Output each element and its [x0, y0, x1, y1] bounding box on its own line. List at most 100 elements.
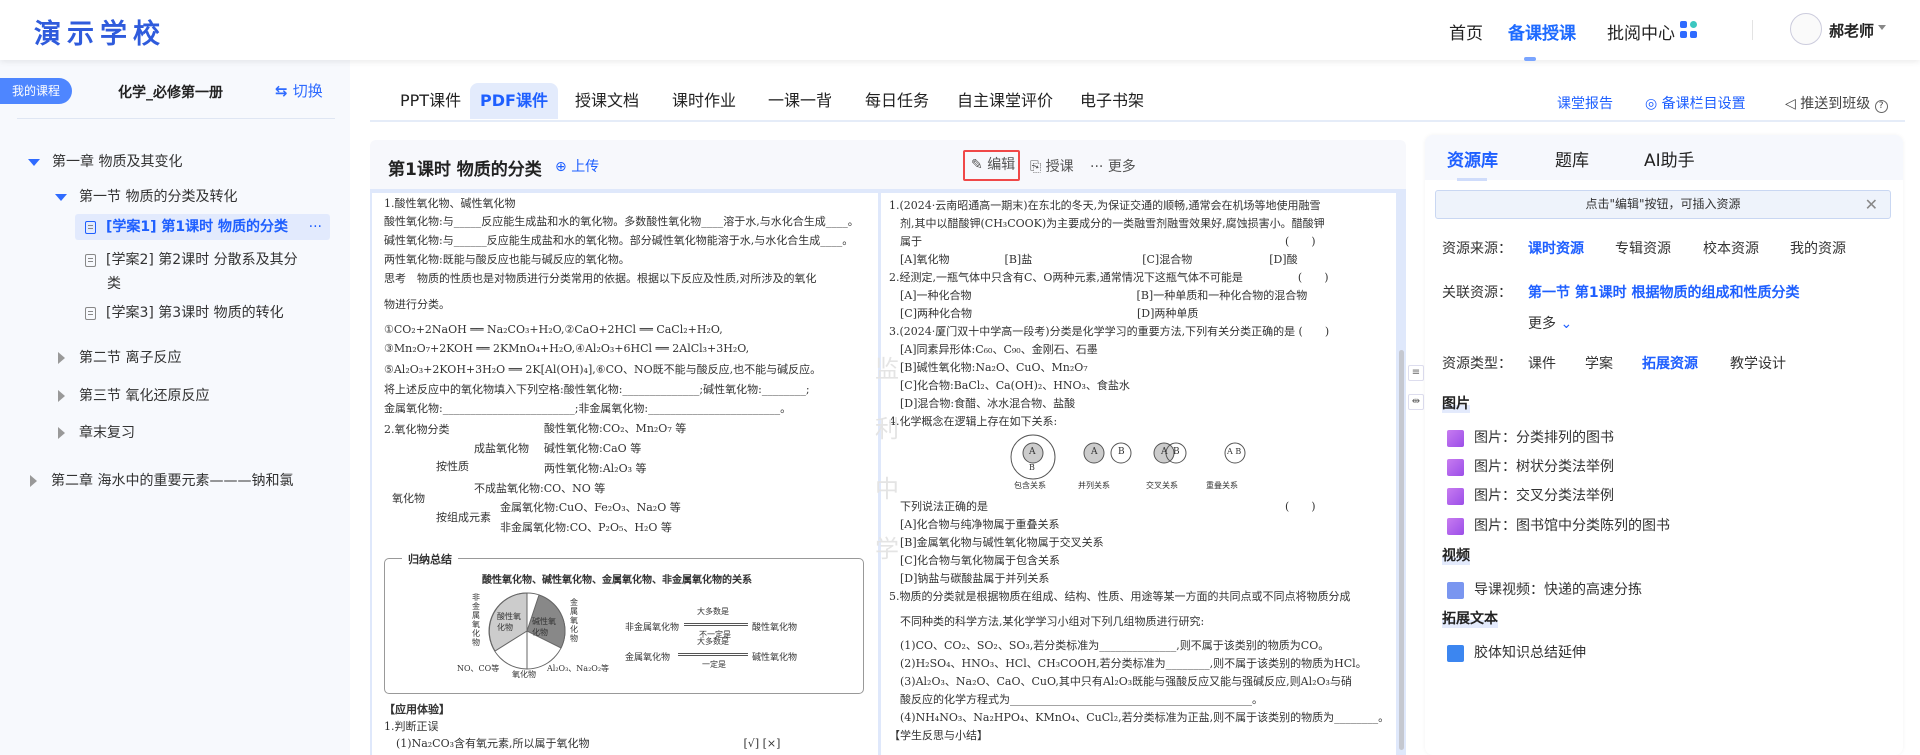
help-icon[interactable]: ?	[1874, 100, 1888, 113]
pdf-text-line: 4.化学概念在逻辑上存在如下关系:	[889, 415, 1058, 428]
my-courses-badge[interactable]: 我的课程	[0, 78, 72, 104]
class-report-link[interactable]: 课堂报告	[1557, 93, 1613, 113]
pdf-viewer[interactable]: 1.酸性氧化物、碱性氧化物 酸性氧化物:与_____反应能生成盐和水的氧化物。多数…	[370, 189, 1406, 755]
caret-right-icon	[30, 475, 37, 487]
avatar[interactable]: 头像	[1790, 13, 1822, 45]
push-to-class-link[interactable]: ◁ 推送到班级 ?	[1785, 93, 1888, 113]
tree-item-lesson-3[interactable]: [学案3] 第3课时 物质的转化	[85, 302, 284, 322]
resource-item[interactable]: 导课视频：快递的高速分拣	[1447, 579, 1642, 599]
outline-toggle-icon[interactable]: ≡	[1408, 365, 1424, 381]
type-study-plan[interactable]: 学案	[1585, 353, 1613, 373]
pdf-text-line: [C]化合物:BaCl₂、Ca(OH)₂、HNO₃、食盐水	[889, 379, 1130, 392]
nav-grading-center[interactable]: 批阅中心	[1607, 19, 1675, 44]
pdf-text-line: 将上述反应中的氧化物填入下列空格:酸性氧化物:______________;碱性…	[384, 383, 810, 396]
tree-item-lesson-2[interactable]: [学案2] 第2课时 分散系及其分类	[85, 248, 298, 296]
close-icon[interactable]: ✕	[1865, 191, 1878, 218]
nav-home[interactable]: 首页	[1449, 19, 1483, 44]
source-school[interactable]: 校本资源	[1703, 238, 1759, 258]
pdf-page-right: 1.(2024·云南昭通高一期末)在东北的冬天,为保证交通的顺畅,通常会在机场等…	[881, 193, 1396, 755]
resource-panel: 资源库 题库 AI助手 点击"编辑"按钮，可插入资源 ✕ 资源来源： 课时资源 专…	[1425, 135, 1903, 755]
chevron-down-icon[interactable]	[1878, 25, 1886, 30]
column-settings-link[interactable]: ◎ 备课栏目设置	[1645, 93, 1746, 113]
tree-label-wrap: 类	[107, 276, 121, 292]
tab-ppt[interactable]: PPT课件	[390, 83, 471, 119]
school-logo[interactable]: 演示学校	[34, 12, 166, 51]
tab-daily-task[interactable]: 每日任务	[855, 83, 939, 119]
summary-title: 酸性氧化物、碱性氧化物、金属氧化物、非金属氧化物的关系	[482, 575, 752, 586]
apps-grid-icon[interactable]	[1680, 21, 1698, 39]
edit-label: 编辑	[987, 157, 1016, 173]
related-label: 关联资源：	[1442, 285, 1512, 301]
tree-chapter-2[interactable]: 第二章 海水中的重要元素———钠和氯	[30, 470, 293, 490]
tree-section-2[interactable]: 第二节 离子反应	[58, 347, 181, 367]
relation1-top: 大多数是	[697, 607, 729, 616]
section-pictures: 图片	[1442, 393, 1470, 413]
pdf-text-line: 酸反应的化学方程式为______________________________…	[889, 693, 1263, 706]
tree-section-3[interactable]: 第三节 氧化还原反应	[58, 385, 209, 405]
more-button[interactable]: ··· 更多	[1090, 156, 1136, 176]
resource-item[interactable]: 图片：交叉分类法举例	[1447, 485, 1614, 505]
tree-section-1[interactable]: 第一节 物质的分类及转化	[55, 186, 237, 206]
user-name[interactable]: 郝老师	[1829, 20, 1874, 41]
pdf-text-line: [A]同素异形体:C₆₀、C₉₀、金刚石、石墨	[889, 343, 1098, 356]
more-related-button[interactable]: 更多 ⌄	[1528, 313, 1572, 333]
tab-ai-assistant[interactable]: AI助手	[1644, 146, 1695, 171]
watermark: 监利中学	[875, 355, 899, 563]
resize-handle-icon[interactable]: ⇹	[1408, 394, 1424, 410]
more-options-icon[interactable]: ···	[309, 214, 322, 240]
pie-acid-label: 酸性氧化物	[497, 612, 521, 632]
teach-label: 授课	[1045, 159, 1074, 175]
related-resource-link[interactable]: 第一节 第1课时 根据物质的组成和性质分类	[1528, 282, 1800, 302]
resource-item[interactable]: 胶体知识总结延伸	[1447, 642, 1586, 662]
tree-item-lesson-1[interactable]: [学案1] 第1课时 物质的分类 ···	[75, 214, 330, 240]
notice-text: 点击"编辑"按钮，可插入资源	[1585, 197, 1741, 211]
tab-question-bank[interactable]: 题库	[1555, 146, 1589, 171]
type-design[interactable]: 教学设计	[1730, 353, 1786, 373]
source-lesson[interactable]: 课时资源	[1528, 238, 1584, 258]
pdf-text-line: 两性氧化物:既能与酸反应也能与碱反应的氧化物。	[384, 253, 630, 266]
source-label: 资源来源：	[1442, 241, 1512, 257]
text-doc-icon	[1447, 644, 1464, 662]
pdf-text-line: (3)Al₂O₃、Na₂O、CaO、CuO,其中只有Al₂O₃既能与强酸反应又能…	[889, 675, 1352, 688]
tab-self-evaluation[interactable]: 自主课堂评价	[947, 83, 1063, 119]
caret-right-icon	[58, 352, 65, 364]
tree-by-element: 按组成元素	[436, 511, 491, 524]
tree-chapter-1[interactable]: 第一章 物质及其变化	[28, 151, 182, 171]
divider	[370, 120, 1905, 122]
tab-daily-recite[interactable]: 一课一背	[758, 83, 842, 119]
document-icon	[85, 306, 96, 320]
tab-ebook-shelf[interactable]: 电子书架	[1070, 83, 1154, 119]
upload-button[interactable]: ⊕ 上传	[555, 156, 599, 176]
venn-label: A	[1161, 447, 1168, 457]
nav-lesson-prep[interactable]: 备课授课	[1508, 19, 1576, 44]
pdf-text-line: [A]一种化合物 [B]一种单质和一种化合物的混合物	[889, 289, 1308, 302]
edit-button[interactable]: ✎ 编辑	[963, 150, 1020, 181]
tab-homework[interactable]: 课时作业	[662, 83, 746, 119]
resource-item[interactable]: 图片：图书馆中分类陈列的图书	[1447, 515, 1670, 535]
tree-chapter-review[interactable]: 章末复习	[58, 422, 135, 442]
pdf-scrollbar[interactable]	[1399, 350, 1404, 750]
al-na-label: Al₂O₃、Na₂O₂等	[547, 664, 610, 673]
type-courseware[interactable]: 课件	[1528, 353, 1556, 373]
tree-label: 第二节 离子反应	[79, 350, 182, 366]
upload-label: 上传	[571, 159, 600, 175]
tree-amphoteric: 两性氧化物:Al₂O₃ 等	[544, 462, 647, 475]
pdf-text-line: [D]混合物:食醋、冰水混合物、盐酸	[889, 397, 1076, 410]
send-icon: ◁	[1785, 96, 1801, 112]
teach-button[interactable]: ⎘ 授课	[1030, 156, 1074, 176]
tab-teaching-doc[interactable]: 授课文档	[565, 83, 649, 119]
resource-item[interactable]: 图片：分类排列的图书	[1447, 427, 1614, 447]
source-album[interactable]: 专辑资源	[1615, 238, 1671, 258]
source-mine[interactable]: 我的资源	[1790, 238, 1846, 258]
pdf-text-line: 物进行分类。	[384, 298, 450, 311]
tab-resource-library[interactable]: 资源库	[1447, 146, 1498, 171]
pdf-text-line: [C]两种化合物 [D]两种单质	[889, 307, 1199, 320]
resource-item[interactable]: 图片：树状分类法举例	[1447, 456, 1614, 476]
tab-pdf[interactable]: PDF课件	[470, 83, 558, 119]
switch-course-button[interactable]: ⇆ 切换	[275, 80, 323, 101]
pdf-text-line: (4)NH₄NO₃、Na₂HPO₄、KMnO₄、CuCl₂,若分类标准为正盐,则…	[889, 711, 1390, 724]
resource-label: 图片：树状分类法举例	[1474, 459, 1614, 475]
pdf-text-line: ⑤Al₂O₃+2KOH+3H₂O ══ 2K[Al(OH)₄],⑥CO、NO既不…	[384, 363, 822, 376]
relation2-right: 碱性氧化物	[752, 653, 798, 663]
type-extended[interactable]: 拓展资源	[1642, 353, 1698, 373]
